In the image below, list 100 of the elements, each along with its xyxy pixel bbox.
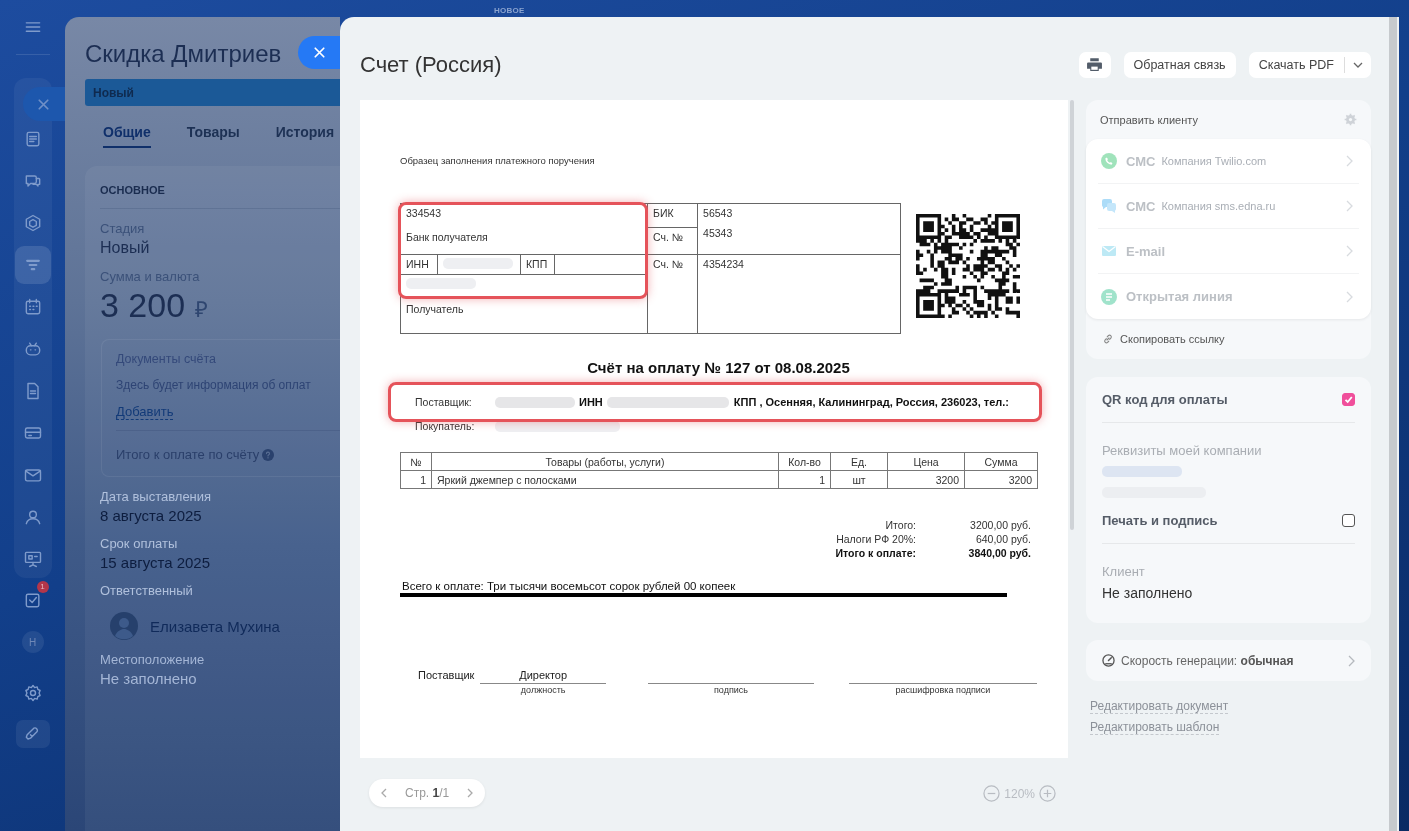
- avatar-button[interactable]: Н: [14, 623, 51, 661]
- close-button[interactable]: [23, 87, 65, 121]
- field-label: Местоположение: [100, 652, 206, 667]
- currency-sign: ₽: [195, 296, 209, 323]
- column-header: Ед.: [830, 452, 888, 471]
- notification-badge: 1: [36, 581, 49, 593]
- feedback-button[interactable]: Обратная связь: [1123, 51, 1236, 78]
- chevron-right-icon: [1345, 200, 1353, 212]
- close-icon: [311, 44, 328, 61]
- checklist-button[interactable]: 1: [14, 581, 51, 619]
- account-number: 4354234: [703, 258, 745, 270]
- account-number: 45343: [703, 227, 734, 239]
- avatar: [110, 612, 138, 640]
- option-label: QR код для оплаты: [1102, 392, 1228, 407]
- link-icon: [1102, 333, 1114, 345]
- option-name: E-mail: [1126, 243, 1165, 259]
- option-provider: Компания Twilio.com: [1161, 155, 1268, 167]
- signature-caption: расшифровка подписи: [895, 685, 991, 695]
- speed-label: Скорость генерации: обычная: [1121, 653, 1295, 668]
- tab[interactable]: История: [275, 124, 335, 148]
- table-cell: 1: [778, 470, 831, 489]
- amount-value: 3 200: [100, 286, 186, 325]
- print-button[interactable]: [1078, 51, 1111, 78]
- field-caption: Сч. №: [653, 231, 685, 243]
- total-value: 640,00 руб.: [974, 533, 1031, 546]
- zoom-out-icon[interactable]: [983, 785, 1001, 802]
- field-caption: Получатель: [406, 303, 465, 315]
- table-cell: 3200: [964, 470, 1038, 489]
- edit-link[interactable]: Редактировать шаблон: [1090, 720, 1220, 735]
- total-value: 3200,00 руб.: [969, 519, 1031, 532]
- field-caption: Банк получателя: [406, 231, 489, 243]
- table-cell: Яркий джемпер с полосками: [431, 470, 779, 489]
- column-header: Сумма: [964, 452, 1038, 471]
- copy-link[interactable]: Скопировать ссылку: [1120, 333, 1225, 345]
- field-caption: БИК: [653, 207, 675, 219]
- field-caption: ИНН: [406, 258, 430, 270]
- page-indicator: Стр. 1/1: [404, 786, 451, 800]
- help-icon: [262, 448, 275, 461]
- field-value: Не заполнено: [100, 670, 198, 687]
- deal-title: Скидка Дмитриев: [85, 39, 282, 69]
- envelope-icon: [1101, 243, 1117, 259]
- close-button[interactable]: [298, 36, 340, 69]
- chevron-right-icon: [1345, 155, 1353, 167]
- total-label: Итого к оплате:: [834, 547, 916, 560]
- tab[interactable]: Общие: [103, 124, 151, 148]
- table-cell: 3200: [887, 470, 965, 489]
- field-caption: КПП: [526, 258, 549, 270]
- field-caption: Сч. №: [653, 258, 685, 270]
- account-number: 334543: [406, 207, 443, 219]
- scrollbar[interactable]: [1389, 17, 1397, 831]
- column-header: Товары (работы, услуги): [431, 452, 779, 471]
- add-link[interactable]: Добавить: [116, 404, 174, 420]
- checkbox[interactable]: [1342, 393, 1355, 406]
- field-value: Не заполнено: [1102, 585, 1194, 601]
- supplier-details: КПП , Осенняя, Калининград, Россия, 236023, тел.:: [733, 396, 1009, 408]
- speedometer-icon: [1102, 654, 1115, 667]
- settings-icon: [1344, 113, 1357, 126]
- chevron-left-icon: [380, 788, 388, 798]
- settings-icon: [22, 683, 43, 703]
- option-name: СМС: [1126, 153, 1156, 169]
- download-button[interactable]: Скачать PDF: [1248, 51, 1371, 78]
- edit-link[interactable]: Редактировать документ: [1090, 699, 1229, 714]
- tab[interactable]: Товары: [186, 124, 240, 148]
- new-label: НОВОЕ: [494, 6, 525, 15]
- chevron-right-icon: [1347, 654, 1355, 667]
- field-label: ИНН: [579, 396, 603, 408]
- amount-in-words: Всего к оплате: Три тысячи восемьсот сорок рублей 00 копеек: [400, 580, 1007, 597]
- field-label: Клиент: [1102, 564, 1146, 579]
- filter-button[interactable]: [14, 246, 51, 284]
- field-label: Поставщик: [417, 669, 476, 681]
- checkbox[interactable]: [1342, 514, 1355, 527]
- field-label: Дата выставления: [100, 489, 213, 504]
- card-title: Отправить клиенту: [1100, 113, 1198, 126]
- document-note: Образец заполнения платежного поручения: [400, 155, 596, 166]
- column-header: №: [400, 452, 432, 471]
- total-value: 3840,00 руб.: [967, 547, 1031, 560]
- phone-icon: [1101, 153, 1117, 169]
- column-header: Цена: [887, 452, 965, 471]
- chat-icon: [1101, 198, 1117, 214]
- table-cell: шт: [830, 470, 888, 489]
- field-label: Ответственный: [100, 583, 194, 598]
- field-label: Срок оплаты: [100, 536, 179, 551]
- table-cell: 1: [400, 470, 432, 489]
- field-label: Покупатель:: [415, 420, 476, 432]
- caret-icon: [1353, 61, 1363, 68]
- presentation-icon: [22, 549, 43, 569]
- option-provider: Компания sms.edna.ru: [1161, 200, 1277, 212]
- invoice-heading: Счёт на оплату № 127 от 08.08.2025: [586, 359, 851, 376]
- zoom-in-icon[interactable]: [1039, 785, 1056, 802]
- column-header: Кол-во: [778, 452, 831, 471]
- field-value: 8 августа 2025: [100, 507, 203, 524]
- field-value: 15 августа 2025: [100, 554, 212, 571]
- total-label: Налоги РФ 20%:: [835, 533, 916, 546]
- stage-bar[interactable]: Новый: [85, 79, 340, 106]
- position-value: Директор: [519, 669, 568, 683]
- chevron-right-icon: [1345, 245, 1353, 257]
- chevron-right-icon: [1345, 290, 1353, 303]
- speed-option[interactable]: Скорость генерации: обычная: [1086, 640, 1371, 681]
- option-name: СМС: [1126, 198, 1156, 214]
- total-label: Итого:: [884, 519, 916, 532]
